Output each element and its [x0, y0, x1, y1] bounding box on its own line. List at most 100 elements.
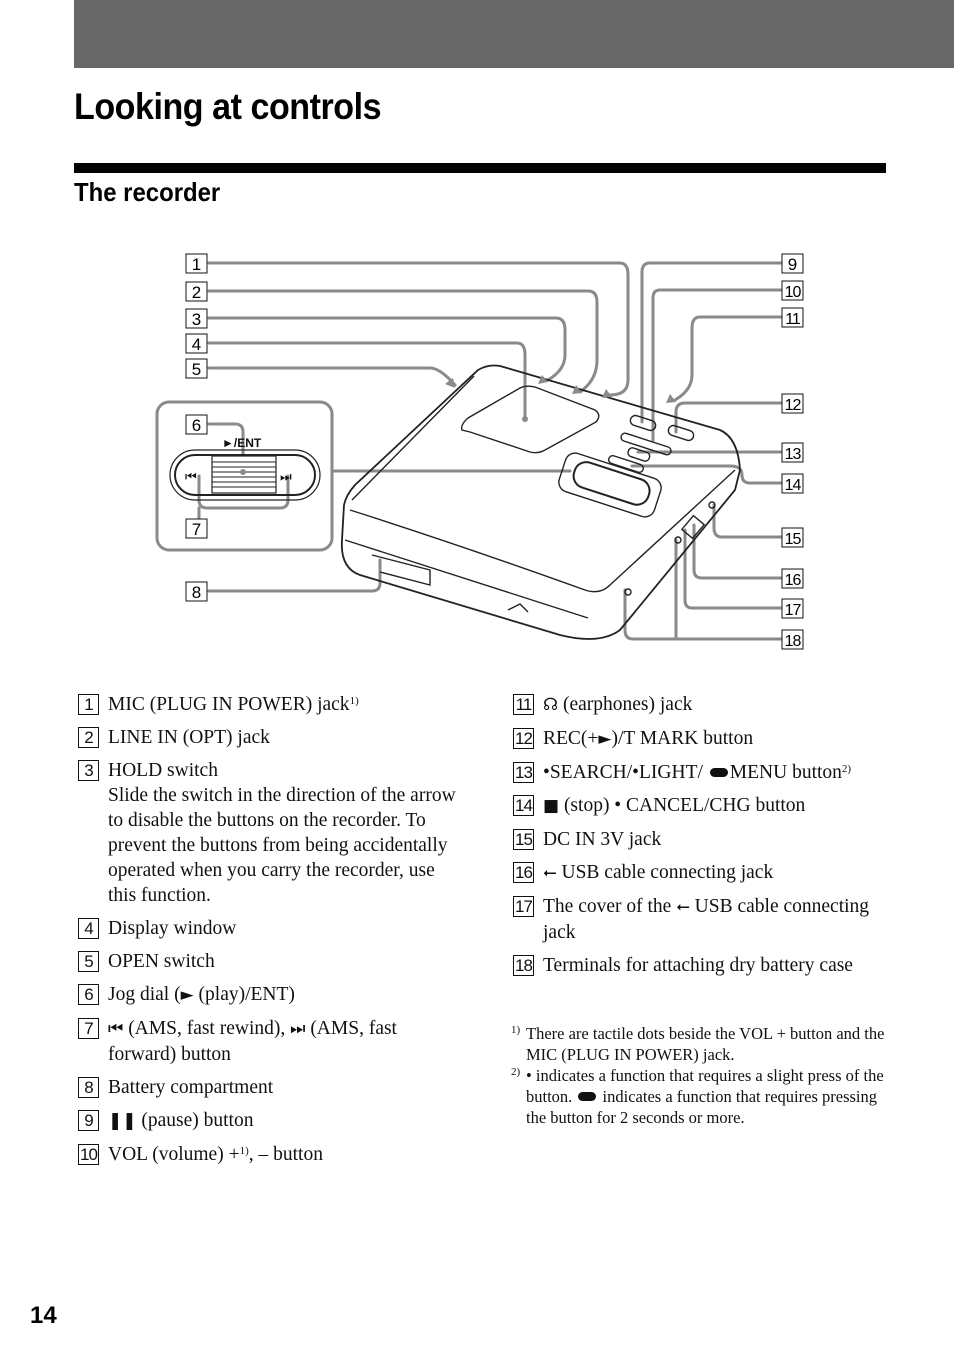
item-number: 3 [78, 760, 99, 781]
item-number: 4 [78, 918, 99, 939]
legend-right-column: 11 ☊ (earphones) jack 12 REC(+►)/T MARK … [513, 692, 893, 986]
legend-item-9: 9 ❚❚ (pause) button [78, 1108, 458, 1134]
long-press-icon [709, 768, 728, 777]
callout-line-16 [692, 523, 783, 580]
item-number: 1 [78, 694, 99, 715]
callout-label-10: 10 [781, 280, 804, 301]
footnote-ref: 1) [349, 695, 359, 707]
callout-label-8: 8 [185, 581, 208, 602]
stop-icon: ■ [543, 796, 560, 816]
legend-item-16: 16 ⭠ USB cable connecting jack [513, 860, 893, 886]
callout-line-18 [623, 538, 783, 641]
callout-line-11 [673, 315, 783, 402]
callout-label-13: 13 [781, 442, 804, 463]
item-text: DC IN 3V jack [543, 829, 662, 850]
callout-label-14: 14 [781, 473, 804, 494]
section-rule [74, 163, 886, 173]
svg-text:13: 13 [785, 446, 802, 463]
legend-item-11: 11 ☊ (earphones) jack [513, 692, 893, 718]
callout-label-7: 7 [185, 518, 208, 539]
callout-line-10 [651, 288, 783, 442]
legend-item-3: 3 HOLD switch Slide the switch in the di… [78, 758, 458, 908]
footnote-mark: 1) [511, 1024, 521, 1036]
pause-icon: ❚❚ [108, 1111, 137, 1131]
display-window [460, 385, 600, 454]
item-text: (earphones) jack [558, 694, 693, 715]
earphones-icon: ☊ [543, 695, 559, 715]
svg-text:17: 17 [785, 602, 802, 619]
legend-item-1: 1 MIC (PLUG IN POWER) jack1) [78, 692, 458, 717]
item-number: 18 [513, 955, 534, 976]
legend-item-14: 14 ■ (stop) • CANCEL/CHG button [513, 793, 893, 819]
item-text: •SEARCH/•LIGHT/ [543, 762, 708, 783]
svg-text:5: 5 [192, 360, 201, 379]
callout-label-5: 5 [185, 358, 208, 379]
item-text: MIC (PLUG IN POWER) jack [108, 694, 350, 715]
item-number: 12 [513, 728, 534, 749]
item-number: 8 [78, 1077, 99, 1098]
footnote-mark: 2) [511, 1066, 521, 1078]
item-text: LINE IN (OPT) jack [108, 727, 270, 748]
play-icon: ► [180, 985, 194, 1005]
svg-text:3: 3 [192, 310, 201, 329]
recorder-diagram: ⏮ ⏭ ►/ENT 1 2 3 4 5 6 7 8 9 10 11 12 13 … [0, 230, 954, 670]
item-number: 15 [513, 829, 534, 850]
legend-item-13: 13 •SEARCH/•LIGHT/ MENU button2) [513, 760, 893, 785]
item-number: 2 [78, 727, 99, 748]
footnotes: 1) There are tactile dots beside the VOL… [511, 1023, 891, 1128]
item-number: 13 [513, 762, 534, 783]
footnote-ref: 1) [239, 1145, 249, 1157]
jog-dial-illustration: ⏮ ⏭ [169, 449, 321, 501]
item-number: 14 [513, 795, 534, 816]
item-text: VOL (volume) + [108, 1144, 240, 1165]
page-title: Looking at controls [74, 86, 382, 127]
callout-line-3 [207, 316, 567, 382]
legend-item-7: 7 ⏮ (AMS, fast rewind), ⏭ (AMS, fast for… [78, 1016, 458, 1067]
svg-text:18: 18 [785, 633, 802, 650]
callout-label-6: 6 [185, 414, 208, 435]
svg-text:15: 15 [785, 531, 802, 548]
item-text: (stop) • CANCEL/CHG button [559, 795, 806, 816]
recorder-body [340, 364, 741, 640]
footnote-ref: 2) [841, 763, 852, 775]
recorder-illustration: ⏮ ⏭ ►/ENT 1 2 3 4 5 6 7 8 9 10 11 12 13 … [155, 253, 804, 650]
legend-item-8: 8 Battery compartment [78, 1075, 458, 1100]
callout-line-8 [207, 558, 382, 593]
next-icon: ⏭ [290, 1019, 306, 1039]
callout-line-17 [683, 528, 783, 610]
item-text: (pause) button [136, 1110, 254, 1131]
item-number: 9 [78, 1110, 99, 1131]
item-number: 17 [513, 896, 534, 917]
previous-icon: ⏮ [185, 470, 197, 485]
item-text: , – button [248, 1144, 323, 1165]
item-text: Jog dial ( [108, 984, 181, 1005]
page-number: 14 [30, 1302, 57, 1329]
next-icon: ⏭ [280, 470, 292, 485]
legend-left-column: 1 MIC (PLUG IN POWER) jack1) 2 LINE IN (… [78, 692, 458, 1175]
item-text: The cover of the [543, 896, 677, 917]
item-text: REC(+ [543, 728, 599, 749]
legend-item-17: 17 The cover of the ⭠ USB cable connecti… [513, 894, 893, 945]
callout-lines [197, 261, 783, 641]
legend-item-15: 15 DC IN 3V jack [513, 827, 893, 852]
callout-label-18: 18 [781, 629, 804, 650]
svg-text:6: 6 [192, 416, 201, 435]
header-bar [74, 0, 954, 68]
callout-line-5 [207, 366, 457, 387]
item-text: )/T MARK button [611, 728, 754, 749]
svg-text:12: 12 [785, 397, 802, 414]
play-icon: ► [598, 729, 612, 749]
svg-text:7: 7 [192, 520, 201, 539]
jog-label: ►/ENT [222, 436, 262, 450]
usb-icon: ⭠ [676, 897, 690, 917]
svg-text:8: 8 [192, 583, 201, 602]
svg-text:1: 1 [192, 255, 201, 274]
callout-line-15 [712, 503, 783, 539]
usb-icon: ⭠ [543, 863, 557, 883]
item-detail: Slide the switch in the direction of the… [108, 785, 456, 906]
svg-text:2: 2 [192, 283, 201, 302]
svg-text:16: 16 [785, 572, 802, 589]
svg-text:9: 9 [788, 255, 797, 274]
item-number: 16 [513, 862, 534, 883]
item-number: 11 [513, 694, 534, 715]
